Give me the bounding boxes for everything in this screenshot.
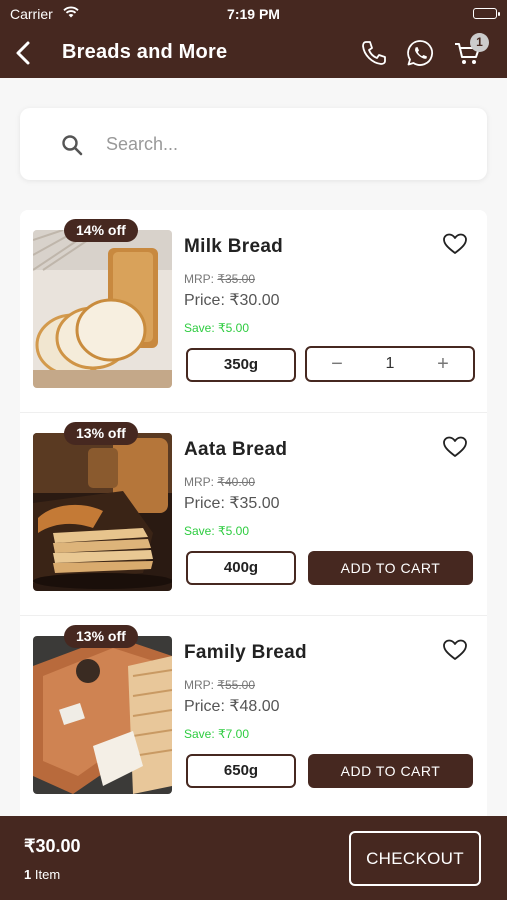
search-bar <box>20 108 487 180</box>
decrease-button[interactable]: − <box>317 348 357 380</box>
price-text: Price: ₹30.00 <box>184 292 280 309</box>
status-time: 7:19 PM <box>227 6 280 22</box>
heart-icon <box>443 436 467 457</box>
mrp-label: MRP: <box>184 272 214 286</box>
item-count-value: 1 <box>24 867 32 882</box>
search-icon <box>62 135 83 156</box>
phone-icon <box>362 41 386 65</box>
back-icon <box>16 41 30 65</box>
product-list: 14% off Milk Bread MRP: ₹35.00 Price: ₹3… <box>20 210 487 816</box>
cart-item-count: 1 Item <box>24 867 60 882</box>
product-card: 13% off Family Bread MRP: ₹55.00 Price: … <box>20 616 487 816</box>
product-card: 13% off Aata Bread MRP: ₹40.00 Price: ₹3… <box>20 413 487 616</box>
cart-total: ₹30.00 <box>24 836 81 856</box>
battery-icon <box>473 8 500 19</box>
weight-selector[interactable]: 400g <box>186 551 296 585</box>
app-header: Breads and More 1 <box>0 28 507 78</box>
save-text: Save: ₹5.00 <box>184 524 250 538</box>
mrp-text: MRP: ₹35.00 <box>184 272 255 286</box>
favorite-button[interactable] <box>442 232 468 256</box>
discount-badge: 14% off <box>64 219 138 242</box>
product-image[interactable] <box>33 230 172 388</box>
discount-badge: 13% off <box>64 422 138 445</box>
phone-button[interactable] <box>358 37 390 69</box>
back-button[interactable] <box>8 36 42 70</box>
search-input[interactable] <box>106 128 466 160</box>
product-name: Family Bread <box>184 642 307 663</box>
mrp-value: ₹35.00 <box>217 272 256 286</box>
weight-selector[interactable]: 350g <box>186 348 296 382</box>
heart-icon <box>443 639 467 660</box>
checkout-button[interactable]: CHECKOUT <box>349 831 481 886</box>
cart-summary-bar: ₹30.00 1 Item CHECKOUT <box>0 816 507 900</box>
product-image[interactable] <box>33 636 172 794</box>
item-count-label: Item <box>34 867 61 882</box>
discount-badge: 13% off <box>64 625 138 648</box>
product-name: Milk Bread <box>184 236 284 257</box>
mrp-text: MRP: ₹55.00 <box>184 678 255 692</box>
add-to-cart-button[interactable]: ADD TO CART <box>308 754 473 788</box>
mrp-label: MRP: <box>184 678 214 692</box>
quantity-value: 1 <box>385 355 395 372</box>
product-image[interactable] <box>33 433 172 591</box>
price-text: Price: ₹48.00 <box>184 698 280 715</box>
increase-button[interactable]: + <box>423 348 463 380</box>
mrp-label: MRP: <box>184 475 214 489</box>
weight-selector[interactable]: 650g <box>186 754 296 788</box>
add-to-cart-button[interactable]: ADD TO CART <box>308 551 473 585</box>
save-text: Save: ₹5.00 <box>184 321 250 335</box>
heart-icon <box>443 233 467 254</box>
mrp-text: MRP: ₹40.00 <box>184 475 255 489</box>
whatsapp-button[interactable] <box>404 37 436 69</box>
favorite-button[interactable] <box>442 638 468 662</box>
mrp-value: ₹40.00 <box>217 475 256 489</box>
save-text: Save: ₹7.00 <box>184 727 250 741</box>
mrp-value: ₹55.00 <box>217 678 256 692</box>
whatsapp-icon <box>407 40 434 66</box>
page-title: Breads and More <box>62 41 228 63</box>
quantity-stepper: − 1 + <box>305 346 475 382</box>
favorite-button[interactable] <box>442 435 468 459</box>
product-name: Aata Bread <box>184 439 288 460</box>
cart-count-badge: 1 <box>470 33 489 52</box>
price-text: Price: ₹35.00 <box>184 495 280 512</box>
product-card: 14% off Milk Bread MRP: ₹35.00 Price: ₹3… <box>20 210 487 413</box>
status-bar: Carrier 7:19 PM <box>0 0 507 28</box>
